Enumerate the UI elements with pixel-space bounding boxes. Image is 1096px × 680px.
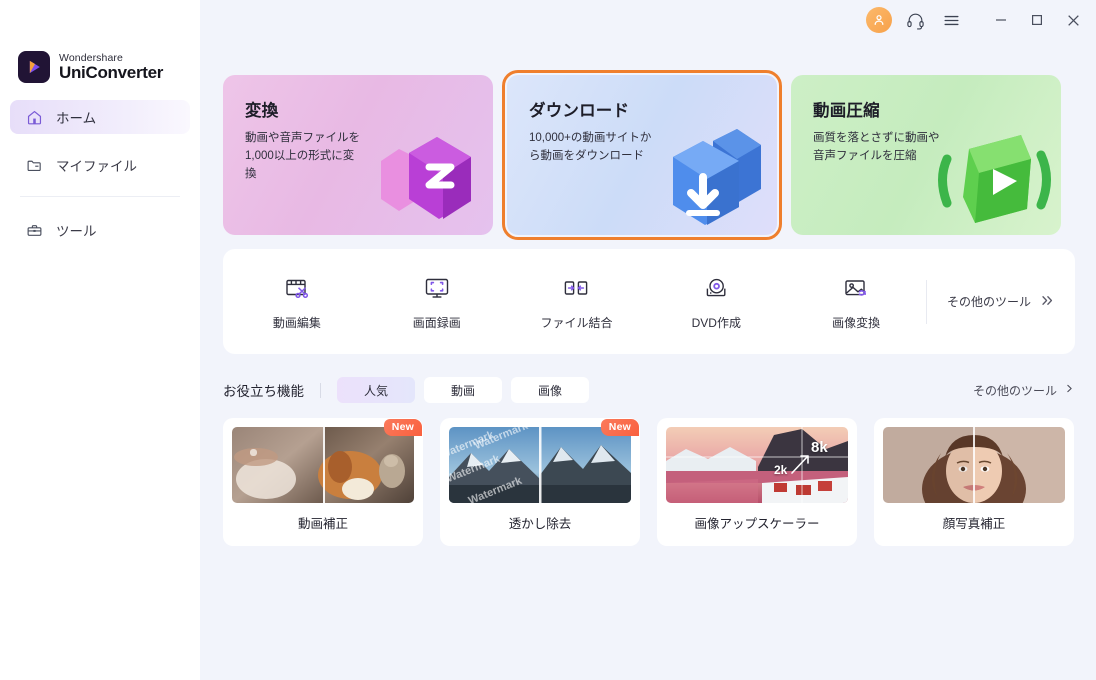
folder-icon xyxy=(26,157,43,174)
hero-card-compress-title: 動画圧縮 xyxy=(813,102,880,120)
portrait-retouch-thumb xyxy=(883,427,1065,503)
hero-card-convert-title: 変換 xyxy=(245,102,279,120)
double-chevron-right-icon xyxy=(1040,293,1055,311)
filter-chip-group: 人気 動画 画像 xyxy=(337,377,589,403)
new-badge: New xyxy=(600,419,639,436)
image-converter-icon xyxy=(841,273,871,303)
toolbox-icon xyxy=(26,222,43,239)
hero-card-row: 変換 動画や音声ファイルを 1,000以上の形式に変 換 ダウンロード 10,0… xyxy=(223,70,1080,240)
sidebar: Wondershare UniConverter ホーム マイファイル ツール xyxy=(0,0,200,680)
sidebar-divider xyxy=(20,196,180,197)
feature-card-portrait-retouch-label: 顔写真補正 xyxy=(942,517,1006,531)
brand-name-top: Wondershare xyxy=(59,51,123,64)
sidebar-item-home-label: ホーム xyxy=(56,111,97,126)
avatar xyxy=(866,7,892,33)
filter-chip-video[interactable]: 動画 xyxy=(424,377,502,403)
tool-video-editor[interactable]: 動画編集 xyxy=(227,273,367,331)
feature-card-portrait-retouch[interactable]: 顔写真補正 xyxy=(874,418,1074,546)
filter-chip-popular[interactable]: 人気 xyxy=(337,377,415,403)
titlebar-icon-group xyxy=(864,5,1090,35)
sidebar-item-tools-label: ツール xyxy=(56,224,97,239)
hero-card-download[interactable]: ダウンロード 10,000+の動画サイトか ら動画をダウンロード xyxy=(502,70,782,240)
watermark-remover-thumb: Watermark Watermark Watermark Watermark xyxy=(449,427,631,503)
tools-panel: 動画編集 画面録画 ファイル結合 DVD作成 画像変換 その他のツール xyxy=(223,249,1075,354)
sidebar-item-tools[interactable]: ツール xyxy=(10,213,190,247)
user-avatar-icon[interactable] xyxy=(864,5,894,35)
sidebar-nav: ホーム マイファイル ツール xyxy=(0,92,200,247)
more-tools-label: その他のツール xyxy=(946,295,1031,309)
tool-dvd-burner[interactable]: DVD作成 xyxy=(646,273,786,331)
section-more-tools-label: その他のツール xyxy=(972,383,1057,398)
video-editor-icon xyxy=(282,273,312,303)
filter-chip-image[interactable]: 画像 xyxy=(511,377,589,403)
hero-card-convert-desc: 動画や音声ファイルを 1,000以上の形式に変 換 xyxy=(245,132,360,180)
application-window: Wondershare UniConverter ホーム マイファイル ツール … xyxy=(0,0,1096,680)
minimize-button[interactable] xyxy=(984,5,1018,35)
tool-image-converter[interactable]: 画像変換 xyxy=(786,273,926,331)
tool-file-merger-label: ファイル結合 xyxy=(540,315,613,330)
hero-card-compress[interactable]: 動画圧縮 画質を落とさずに動画や 音声ファイルを圧縮 xyxy=(791,75,1061,235)
upscale-from-label: 2k xyxy=(774,463,788,477)
section-title: お役立ち機能 xyxy=(223,384,304,399)
title-bar xyxy=(0,0,1096,40)
file-merger-icon xyxy=(561,273,591,303)
chevron-right-icon xyxy=(1064,383,1075,397)
headset-support-icon[interactable] xyxy=(900,5,930,35)
tools-divider xyxy=(925,279,927,324)
dvd-burner-icon xyxy=(701,273,731,303)
new-badge: New xyxy=(383,419,422,436)
feature-card-row: New 動画補正 New Watermark Watermark Waterma… xyxy=(223,418,1080,546)
feature-card-image-upscaler-label: 画像アップスケーラー xyxy=(694,517,820,531)
main-content: 変換 動画や音声ファイルを 1,000以上の形式に変 換 ダウンロード 10,0… xyxy=(200,0,1096,680)
tool-image-converter-label: 画像変換 xyxy=(832,315,881,330)
section-divider xyxy=(320,382,321,398)
section-more-tools-link[interactable]: その他のツール xyxy=(973,382,1075,399)
filter-chip-video-label: 動画 xyxy=(450,383,475,398)
sidebar-item-myfiles[interactable]: マイファイル xyxy=(10,148,190,182)
more-tools-link[interactable]: その他のツール xyxy=(931,293,1063,311)
video-enhancer-thumb xyxy=(232,427,414,503)
hero-card-convert[interactable]: 変換 動画や音声ファイルを 1,000以上の形式に変 換 xyxy=(223,75,493,235)
tool-screen-recorder-label: 画面録画 xyxy=(412,315,461,330)
tool-screen-recorder[interactable]: 画面録画 xyxy=(367,273,507,331)
section-bar: お役立ち機能 人気 動画 画像 その他のツール xyxy=(223,376,1075,404)
tool-file-merger[interactable]: ファイル結合 xyxy=(507,273,647,331)
maximize-button[interactable] xyxy=(1020,5,1054,35)
tool-video-editor-label: 動画編集 xyxy=(272,315,321,330)
feature-card-watermark-remover[interactable]: New Watermark Watermark Watermark Waterm… xyxy=(440,418,640,546)
window-controls xyxy=(984,5,1090,35)
filter-chip-image-label: 画像 xyxy=(537,383,562,398)
upscale-to-label: 8k xyxy=(811,439,828,456)
feature-card-image-upscaler[interactable]: 2k 8k 画像アップスケーラー xyxy=(657,418,857,546)
logo-mark-icon xyxy=(18,51,50,83)
image-upscaler-thumb: 2k 8k xyxy=(666,427,848,503)
home-icon xyxy=(26,109,43,126)
main-layout: Wondershare UniConverter ホーム マイファイル ツール … xyxy=(0,0,1096,680)
hamburger-menu-icon[interactable] xyxy=(936,5,966,35)
hero-card-download-desc: 10,000+の動画サイトか ら動画をダウンロード xyxy=(529,132,652,162)
tool-dvd-burner-label: DVD作成 xyxy=(691,315,741,330)
sidebar-item-home[interactable]: ホーム xyxy=(10,100,190,134)
sidebar-item-myfiles-label: マイファイル xyxy=(56,159,137,174)
hero-card-compress-desc: 画質を落とさずに動画や 音声ファイルを圧縮 xyxy=(813,132,940,162)
feature-card-video-enhancer-label: 動画補正 xyxy=(297,517,348,531)
close-button[interactable] xyxy=(1056,5,1090,35)
feature-card-watermark-remover-label: 透かし除去 xyxy=(508,517,572,531)
filter-chip-popular-label: 人気 xyxy=(363,383,388,398)
logo-text: Wondershare UniConverter xyxy=(59,51,164,82)
hero-card-download-title: ダウンロード xyxy=(529,102,630,120)
brand-name-bottom: UniConverter xyxy=(59,62,164,82)
screen-recorder-icon xyxy=(422,273,452,303)
feature-card-video-enhancer[interactable]: New 動画補正 xyxy=(223,418,423,546)
